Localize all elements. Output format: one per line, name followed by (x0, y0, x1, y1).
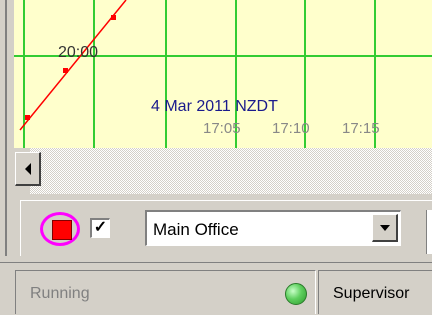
toolbar-next-control (426, 210, 432, 254)
left-arrow-icon (24, 162, 31, 175)
x-tick-label: 17:15 (342, 120, 380, 137)
status-indicator-icon (285, 283, 307, 305)
status-state-text: Running (30, 285, 90, 302)
color-swatch (52, 220, 72, 240)
series-point (111, 15, 116, 20)
y-tick-label: 20:00 (58, 44, 99, 61)
series-visible-checkbox[interactable]: ✓ (90, 218, 110, 238)
series-color-button[interactable] (40, 212, 84, 248)
x-tick-label: 17:10 (272, 120, 310, 137)
scroll-left-button[interactable] (15, 152, 41, 186)
chevron-down-icon (379, 224, 390, 231)
dropdown-button[interactable] (372, 214, 398, 242)
frame-divider (5, 0, 7, 256)
trend-chart[interactable]: 20:00 4 Mar 2011 NZDT 17:05 17:10 17:15 (14, 0, 432, 148)
status-user-text: Supervisor (333, 285, 410, 302)
location-select-value: Main Office (153, 220, 239, 239)
horizontal-scrollbar[interactable] (14, 148, 432, 194)
x-tick-label: 17:05 (203, 120, 241, 137)
series-point (63, 68, 68, 73)
series-point (25, 115, 30, 120)
date-label: 4 Mar 2011 NZDT (151, 98, 278, 115)
scrollbar-track[interactable] (30, 148, 432, 194)
location-select[interactable]: Main Office (145, 210, 401, 246)
series-line (19, 0, 127, 131)
